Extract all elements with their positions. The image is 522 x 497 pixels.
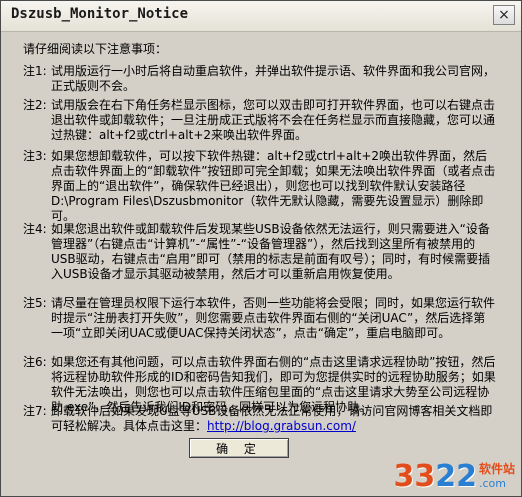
watermark-side: 软件站 .com — [479, 460, 515, 490]
note-label: 注5: — [23, 296, 47, 310]
note-7: 注7: 卸载软件后如果发现U盘等USB设备依然无法正常使用，请访问官网博客相关文… — [23, 404, 497, 434]
site-watermark: 3322 软件站 .com — [393, 460, 515, 492]
note-1: 注1: 试用版运行一小时后将自动重启软件，并弹出软件提示语、软件界面和我公司官网… — [23, 64, 497, 94]
title-bar[interactable]: Dszusb_Monitor_Notice × — [1, 1, 521, 32]
note-label: 注3: — [23, 149, 47, 163]
note-text: 卸载软件后如果发现U盘等USB设备依然无法正常使用，请访问官网博客相关文档即可轻… — [51, 404, 497, 434]
note-label: 注4: — [23, 222, 47, 236]
note-text: 试用版会在右下角任务栏显示图标，您可以双击即可打开软件界面，也可以右键点击退出软… — [51, 98, 496, 142]
watermark-logo: 3322 — [393, 462, 477, 492]
note-text: 请尽量在管理员权限下运行本软件，否则一些功能将会受限；同时，如果您运行软件时提示… — [51, 296, 496, 340]
note-5: 注5: 请尽量在管理员权限下运行本软件，否则一些功能将会受限；同时，如果您运行软… — [23, 296, 497, 341]
note-label: 注7: — [23, 404, 47, 418]
note-label: 注1: — [23, 64, 47, 78]
window-title: Dszusb_Monitor_Notice — [11, 6, 189, 22]
note-text: 如果您想卸载软件，可以按下软件热键：alt+f2或ctrl+alt+2唤出软件界… — [51, 149, 496, 223]
close-button[interactable]: × — [493, 5, 515, 25]
watermark-logo-b: 22 — [435, 459, 477, 494]
blog-link[interactable]: http://blog.grabsun.com/ — [207, 419, 356, 433]
note-text: 如果您退出软件或卸载软件后发现某些USB设备依然无法运行，则只需要进入“设备管理… — [51, 222, 491, 281]
note-2: 注2: 试用版会在右下角任务栏显示图标，您可以双击即可打开软件界面，也可以右键点… — [23, 98, 497, 143]
notice-window: Dszusb_Monitor_Notice × 请仔细阅读以下注意事项： 注1:… — [0, 0, 522, 497]
note-4: 注4: 如果您退出软件或卸载软件后发现某些USB设备依然无法运行，则只需要进入“… — [23, 222, 497, 282]
note-label: 注2: — [23, 98, 47, 112]
watermark-site-cn: 软件站 — [478, 462, 515, 476]
ok-button[interactable]: 确 定 — [189, 438, 289, 458]
notice-content: 请仔细阅读以下注意事项： 注1: 试用版运行一小时后将自动重启软件，并弹出软件提… — [1, 32, 521, 496]
close-icon: × — [498, 7, 510, 23]
note-text: 试用版运行一小时后将自动重启软件，并弹出软件提示语、软件界面和我公司官网，正式版… — [51, 64, 496, 93]
intro-text: 请仔细阅读以下注意事项： — [23, 42, 168, 56]
watermark-logo-a: 33 — [393, 459, 436, 494]
watermark-site-en: .com — [478, 477, 506, 490]
note-3: 注3: 如果您想卸载软件，可以按下软件热键：alt+f2或ctrl+alt+2唤… — [23, 149, 497, 224]
